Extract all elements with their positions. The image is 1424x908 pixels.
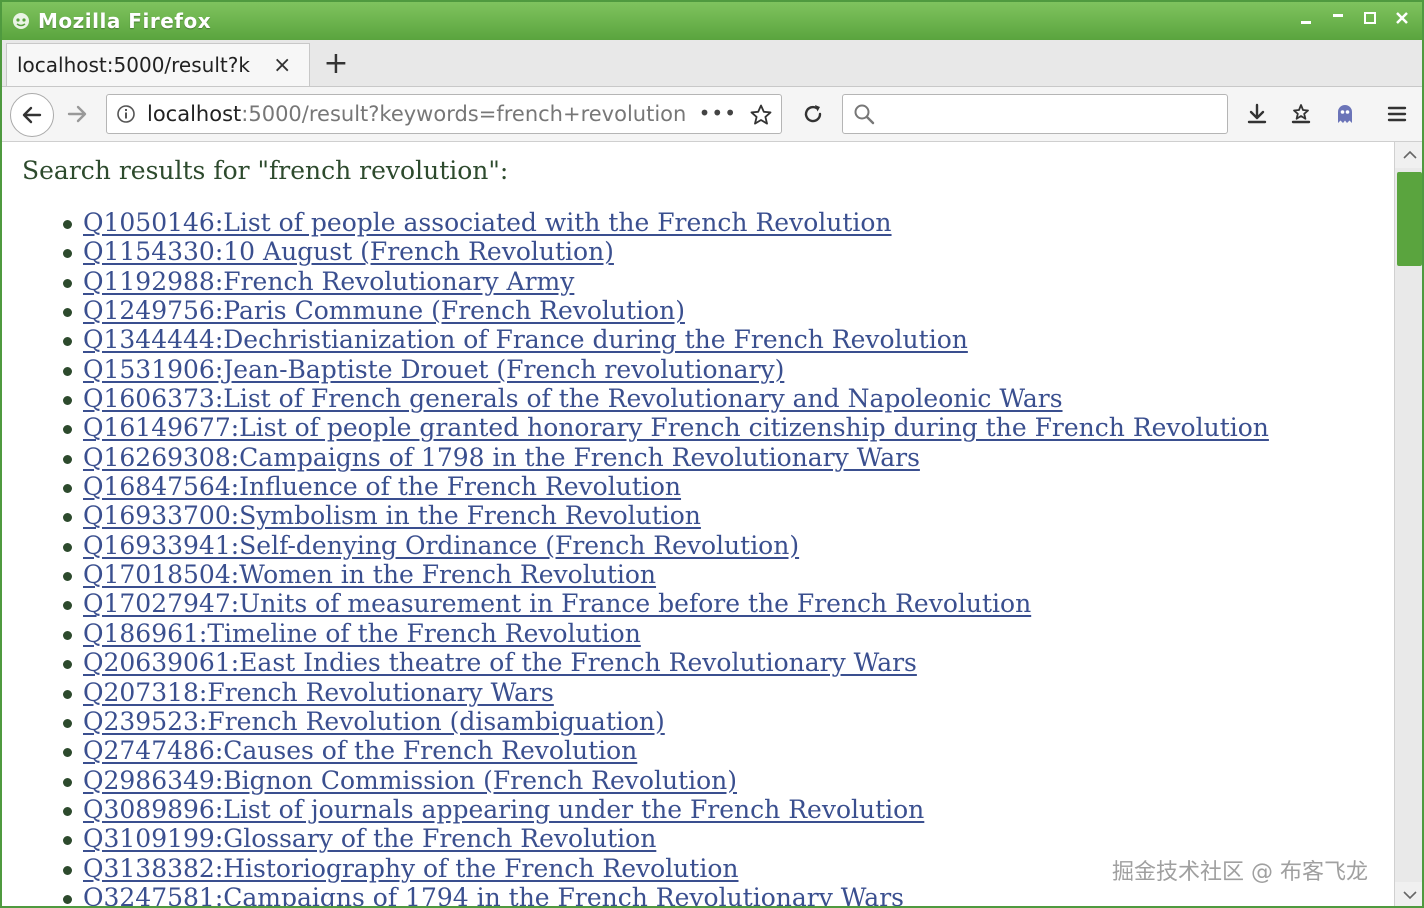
result-link[interactable]: Q2747486:Causes of the French Revolution	[83, 736, 637, 765]
result-link[interactable]: Q3138382:Historiography of the French Re…	[83, 854, 738, 883]
result-item: Q1606373:List of French generals of the …	[2, 384, 1269, 413]
result-link[interactable]: Q186961:Timeline of the French Revolutio…	[83, 619, 641, 648]
tab-strip: localhost:5000/result?k × +	[2, 40, 1422, 87]
navigation-toolbar: localhost:5000/result?keywords=french+re…	[2, 87, 1422, 142]
forward-arrow-icon	[67, 105, 87, 123]
result-item: Q207318:French Revolutionary Wars	[2, 678, 1269, 707]
hamburger-menu-icon	[1387, 106, 1407, 122]
scroll-down-icon[interactable]	[1395, 882, 1422, 906]
forward-button[interactable]	[62, 99, 92, 129]
result-item: Q2986349:Bignon Commission (French Revol…	[2, 766, 1269, 795]
bookmarks-button[interactable]	[1286, 99, 1316, 129]
result-link[interactable]: Q207318:French Revolutionary Wars	[83, 678, 554, 707]
result-item: Q1050146:List of people associated with …	[2, 208, 1269, 237]
result-item: Q239523:French Revolution (disambiguatio…	[2, 707, 1269, 736]
result-link[interactable]: Q16847564:Influence of the French Revolu…	[83, 472, 681, 501]
result-link[interactable]: Q16149677:List of people granted honorar…	[83, 413, 1269, 442]
tab-close-icon[interactable]: ×	[273, 53, 291, 78]
result-item: Q16847564:Influence of the French Revolu…	[2, 472, 1269, 501]
result-item: Q20639061:East Indies theatre of the Fre…	[2, 648, 1269, 677]
extension-button[interactable]	[1330, 99, 1360, 129]
result-item: Q1154330:10 August (French Revolution)	[2, 237, 1269, 266]
back-arrow-icon	[22, 106, 42, 124]
search-input[interactable]	[883, 101, 1217, 129]
result-link[interactable]: Q1531906:Jean-Baptiste Drouet (French re…	[83, 355, 784, 384]
result-link[interactable]: Q1344444:Dechristianization of France du…	[83, 325, 968, 354]
result-link[interactable]: Q16933700:Symbolism in the French Revolu…	[83, 501, 701, 530]
reload-button[interactable]	[798, 99, 828, 129]
tab-title: localhost:5000/result?k	[17, 53, 250, 77]
result-link[interactable]: Q3109199:Glossary of the French Revoluti…	[83, 824, 656, 853]
maximize-icon[interactable]	[1360, 8, 1380, 28]
search-icon	[853, 103, 875, 129]
ghost-extension-icon	[1338, 105, 1352, 123]
back-button[interactable]	[10, 93, 54, 137]
result-link[interactable]: Q16933941:Self-denying Ordinance (French…	[83, 531, 799, 560]
page-content: Search results for "french revolution": …	[2, 142, 1394, 906]
result-link[interactable]: Q1050146:List of people associated with …	[83, 208, 892, 237]
tab-active[interactable]: localhost:5000/result?k ×	[6, 43, 310, 86]
result-link[interactable]: Q239523:French Revolution (disambiguatio…	[83, 707, 665, 736]
window-controls	[1296, 8, 1412, 28]
result-item: Q2747486:Causes of the French Revolution	[2, 736, 1269, 765]
scrollbar-thumb[interactable]	[1397, 172, 1422, 266]
search-bar[interactable]	[842, 94, 1228, 134]
new-tab-button[interactable]: +	[320, 46, 352, 81]
result-link[interactable]: Q1606373:List of French generals of the …	[83, 384, 1063, 413]
firefox-app-icon	[10, 10, 32, 32]
reload-icon	[804, 105, 822, 123]
site-info-icon[interactable]	[115, 103, 137, 125]
result-link[interactable]: Q17027947:Units of measurement in France…	[83, 589, 1031, 618]
scroll-up-icon[interactable]	[1395, 142, 1422, 168]
result-link[interactable]: Q3089896:List of journals appearing unde…	[83, 795, 924, 824]
vertical-scrollbar[interactable]	[1394, 142, 1422, 906]
bookmark-star-tray-icon	[1291, 104, 1311, 124]
result-item: Q16933941:Self-denying Ordinance (French…	[2, 531, 1269, 560]
result-link[interactable]: Q17018504:Women in the French Revolution	[83, 560, 656, 589]
minimize-icon[interactable]	[1296, 8, 1316, 28]
result-item: Q17018504:Women in the French Revolution	[2, 560, 1269, 589]
result-link[interactable]: Q1192988:French Revolutionary Army	[83, 267, 574, 296]
url-bar[interactable]: localhost:5000/result?keywords=french+re…	[106, 94, 782, 134]
page-title: Search results for "french revolution":	[22, 156, 509, 185]
downloads-button[interactable]	[1242, 99, 1272, 129]
result-item: Q3247581:Campaigns of 1794 in the French…	[2, 883, 1269, 906]
result-link[interactable]: Q3247581:Campaigns of 1794 in the French…	[83, 883, 904, 906]
result-item: Q1192988:French Revolutionary Army	[2, 267, 1269, 296]
results-list: Q1050146:List of people associated with …	[2, 208, 1269, 906]
result-item: Q16933700:Symbolism in the French Revolu…	[2, 501, 1269, 530]
window-title: Mozilla Firefox	[38, 9, 212, 33]
close-window-icon[interactable]	[1392, 8, 1412, 28]
result-item: Q186961:Timeline of the French Revolutio…	[2, 619, 1269, 648]
result-item: Q1531906:Jean-Baptiste Drouet (French re…	[2, 355, 1269, 384]
result-link[interactable]: Q16269308:Campaigns of 1798 in the Frenc…	[83, 443, 920, 472]
download-icon	[1247, 103, 1267, 124]
page-actions-icon[interactable]: •••	[699, 101, 737, 125]
result-item: Q17027947:Units of measurement in France…	[2, 589, 1269, 618]
watermark-text: 掘金技术社区 @ 布客飞龙	[1112, 860, 1368, 885]
bookmark-star-icon[interactable]	[749, 103, 773, 127]
result-link[interactable]: Q2986349:Bignon Commission (French Revol…	[83, 766, 737, 795]
url-path: :5000/result?keywords=french+revolution	[241, 102, 687, 126]
browser-window: Mozilla Firefox localhost:5000/result?k …	[0, 0, 1424, 908]
result-item: Q3138382:Historiography of the French Re…	[2, 854, 1269, 883]
menu-button[interactable]	[1382, 99, 1412, 129]
result-item: Q1344444:Dechristianization of France du…	[2, 325, 1269, 354]
result-item: Q3089896:List of journals appearing unde…	[2, 795, 1269, 824]
result-link[interactable]: Q1249756:Paris Commune (French Revolutio…	[83, 296, 685, 325]
result-item: Q1249756:Paris Commune (French Revolutio…	[2, 296, 1269, 325]
url-host: localhost	[147, 102, 242, 126]
title-bar[interactable]: Mozilla Firefox	[2, 2, 1422, 40]
result-item: Q3109199:Glossary of the French Revoluti…	[2, 824, 1269, 853]
result-link[interactable]: Q1154330:10 August (French Revolution)	[83, 237, 614, 266]
shade-icon[interactable]	[1328, 8, 1348, 28]
result-item: Q16149677:List of people granted honorar…	[2, 413, 1269, 442]
result-item: Q16269308:Campaigns of 1798 in the Frenc…	[2, 443, 1269, 472]
result-link[interactable]: Q20639061:East Indies theatre of the Fre…	[83, 648, 917, 677]
